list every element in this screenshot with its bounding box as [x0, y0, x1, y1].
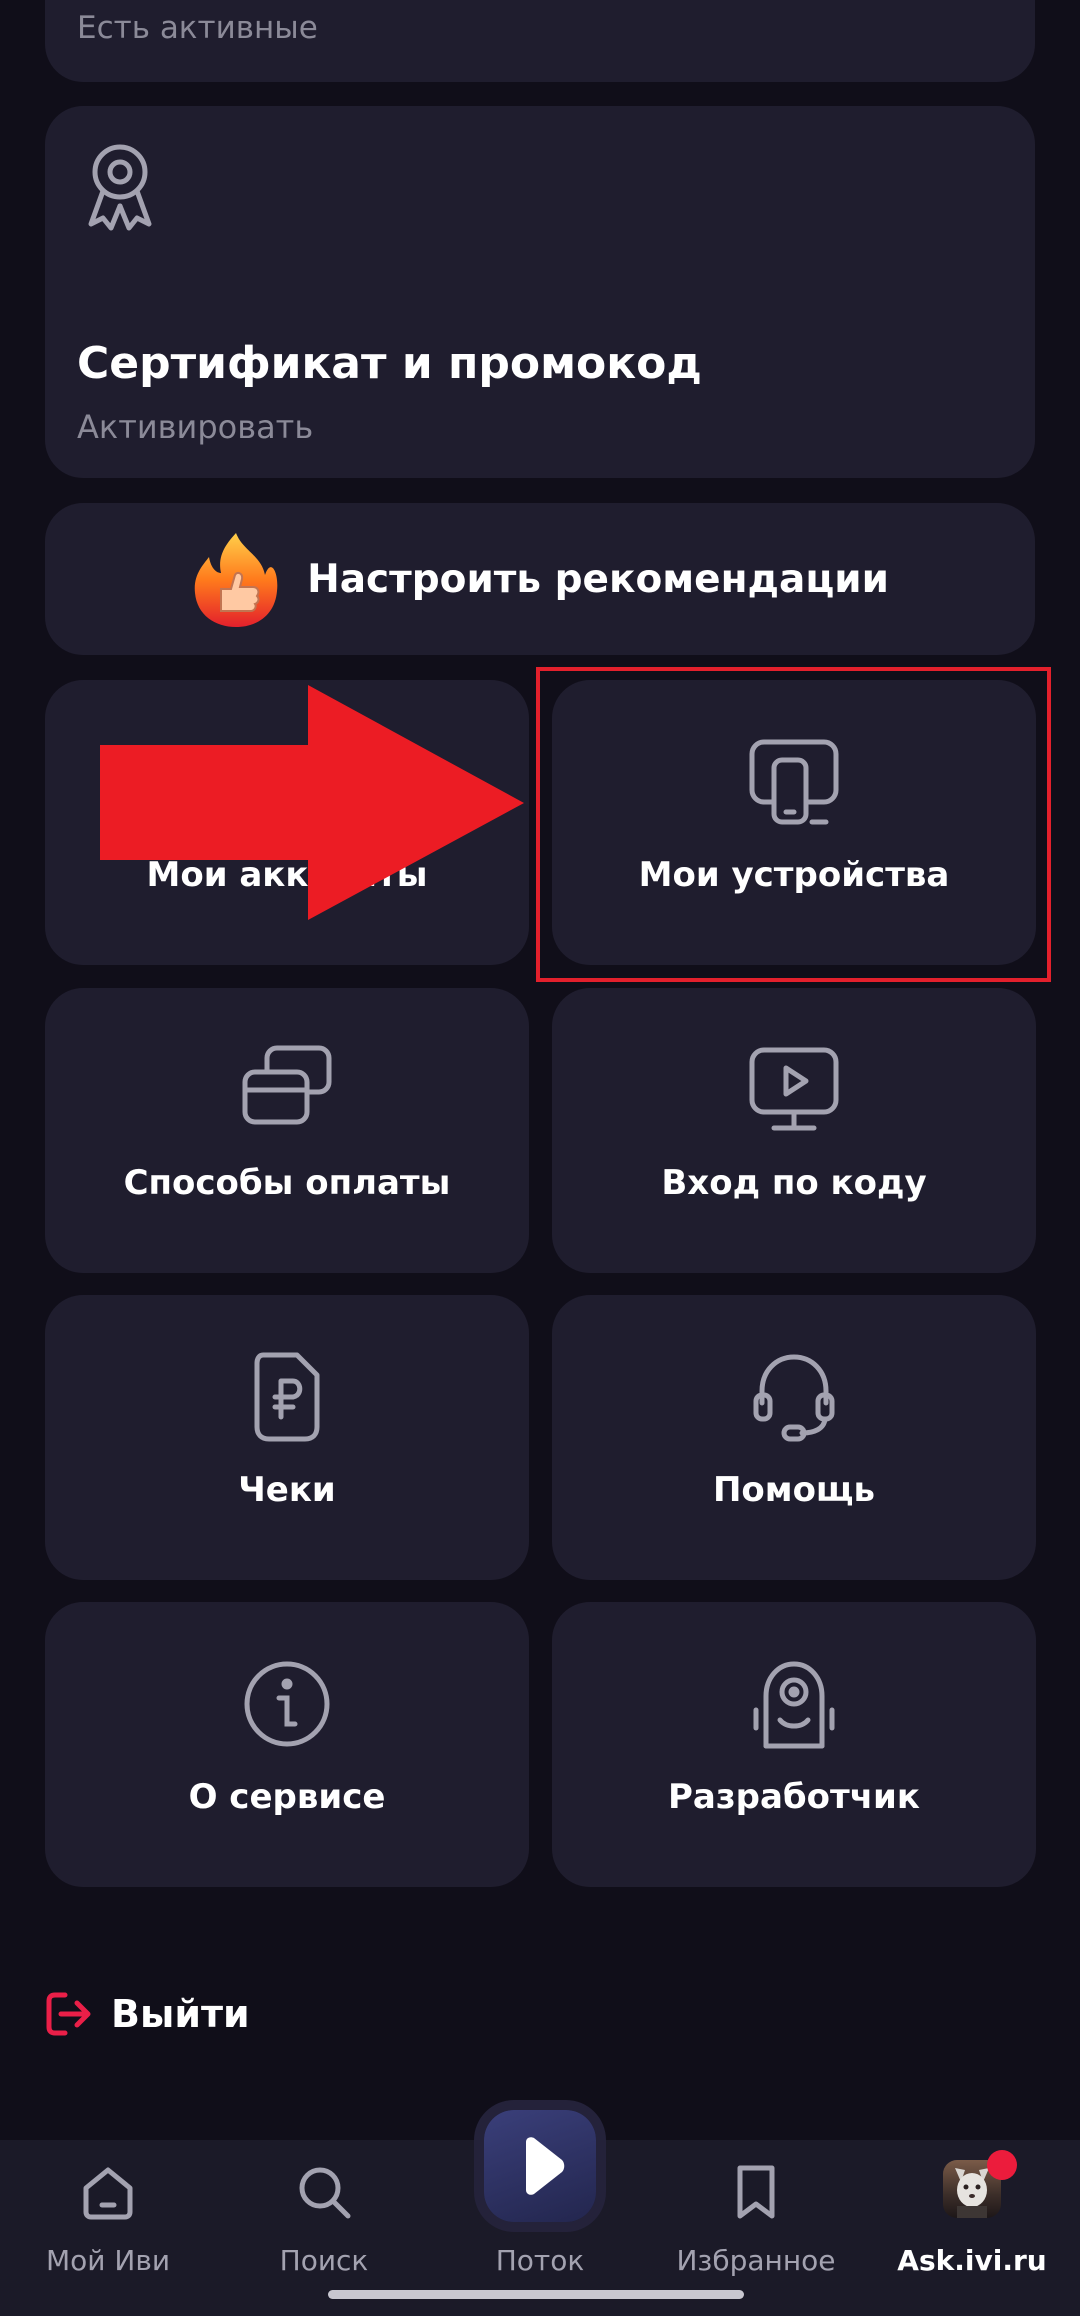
help-label: Помощь [712, 1470, 876, 1510]
fire-thumbs-up-icon [194, 533, 278, 627]
award-ribbon-icon [88, 144, 152, 231]
nav-search-label: Поиск [279, 2244, 369, 2277]
receipts-label: Чеки [238, 1470, 336, 1510]
active-subscriptions-status: Есть активные [77, 10, 318, 46]
receipt-ruble-icon [254, 1352, 320, 1442]
receipts-tile[interactable]: Чеки [45, 1295, 529, 1580]
certificate-promocode-card[interactable]: Сертификат и промокод Активировать [45, 106, 1035, 478]
login-by-code-label: Вход по коду [661, 1163, 927, 1203]
developer-tile[interactable]: Разработчик [552, 1602, 1036, 1887]
notification-badge [987, 2150, 1017, 2180]
logout-label: Выйти [111, 1992, 250, 2036]
nav-my-ivi-label: Мой Иви [45, 2244, 171, 2277]
nav-my-ivi[interactable]: Мой Иви [0, 2140, 216, 2316]
about-service-tile[interactable]: О сервисе [45, 1602, 529, 1887]
stream-play-button[interactable] [484, 2110, 596, 2222]
search-icon [299, 2167, 351, 2219]
help-tile[interactable]: Помощь [552, 1295, 1036, 1580]
certificate-activate-link: Активировать [77, 408, 314, 446]
robot-icon [753, 1661, 835, 1749]
highlight-box [536, 667, 1051, 982]
card-icon [242, 1045, 332, 1125]
logout-button[interactable]: Выйти [45, 1984, 250, 2044]
certificate-title: Сертификат и промокод [77, 338, 702, 389]
developer-label: Разработчик [668, 1777, 920, 1817]
active-subscriptions-card[interactable]: Есть активные [45, 0, 1035, 82]
recommendations-button[interactable]: Настроить рекомендации [45, 503, 1035, 655]
info-icon [244, 1661, 330, 1747]
nav-stream-label: Поток [495, 2244, 585, 2277]
home-icon [83, 2167, 133, 2220]
logout-icon [46, 1992, 91, 2036]
recommendations-label: Настроить рекомендации [307, 556, 889, 602]
home-indicator [328, 2290, 744, 2299]
play-icon [526, 2137, 565, 2195]
nav-profile-label: Ask.ivi.ru [897, 2244, 1047, 2277]
tv-play-icon [749, 1047, 839, 1131]
arrow-right-icon [100, 685, 524, 920]
payment-methods-label: Способы оплаты [123, 1163, 451, 1203]
payment-methods-tile[interactable]: Способы оплаты [45, 988, 529, 1273]
nav-favorites-label: Избранное [676, 2244, 836, 2277]
login-by-code-tile[interactable]: Вход по коду [552, 988, 1036, 1273]
bookmark-icon [737, 2165, 775, 2219]
headset-icon [753, 1354, 835, 1442]
about-service-label: О сервисе [188, 1777, 386, 1817]
